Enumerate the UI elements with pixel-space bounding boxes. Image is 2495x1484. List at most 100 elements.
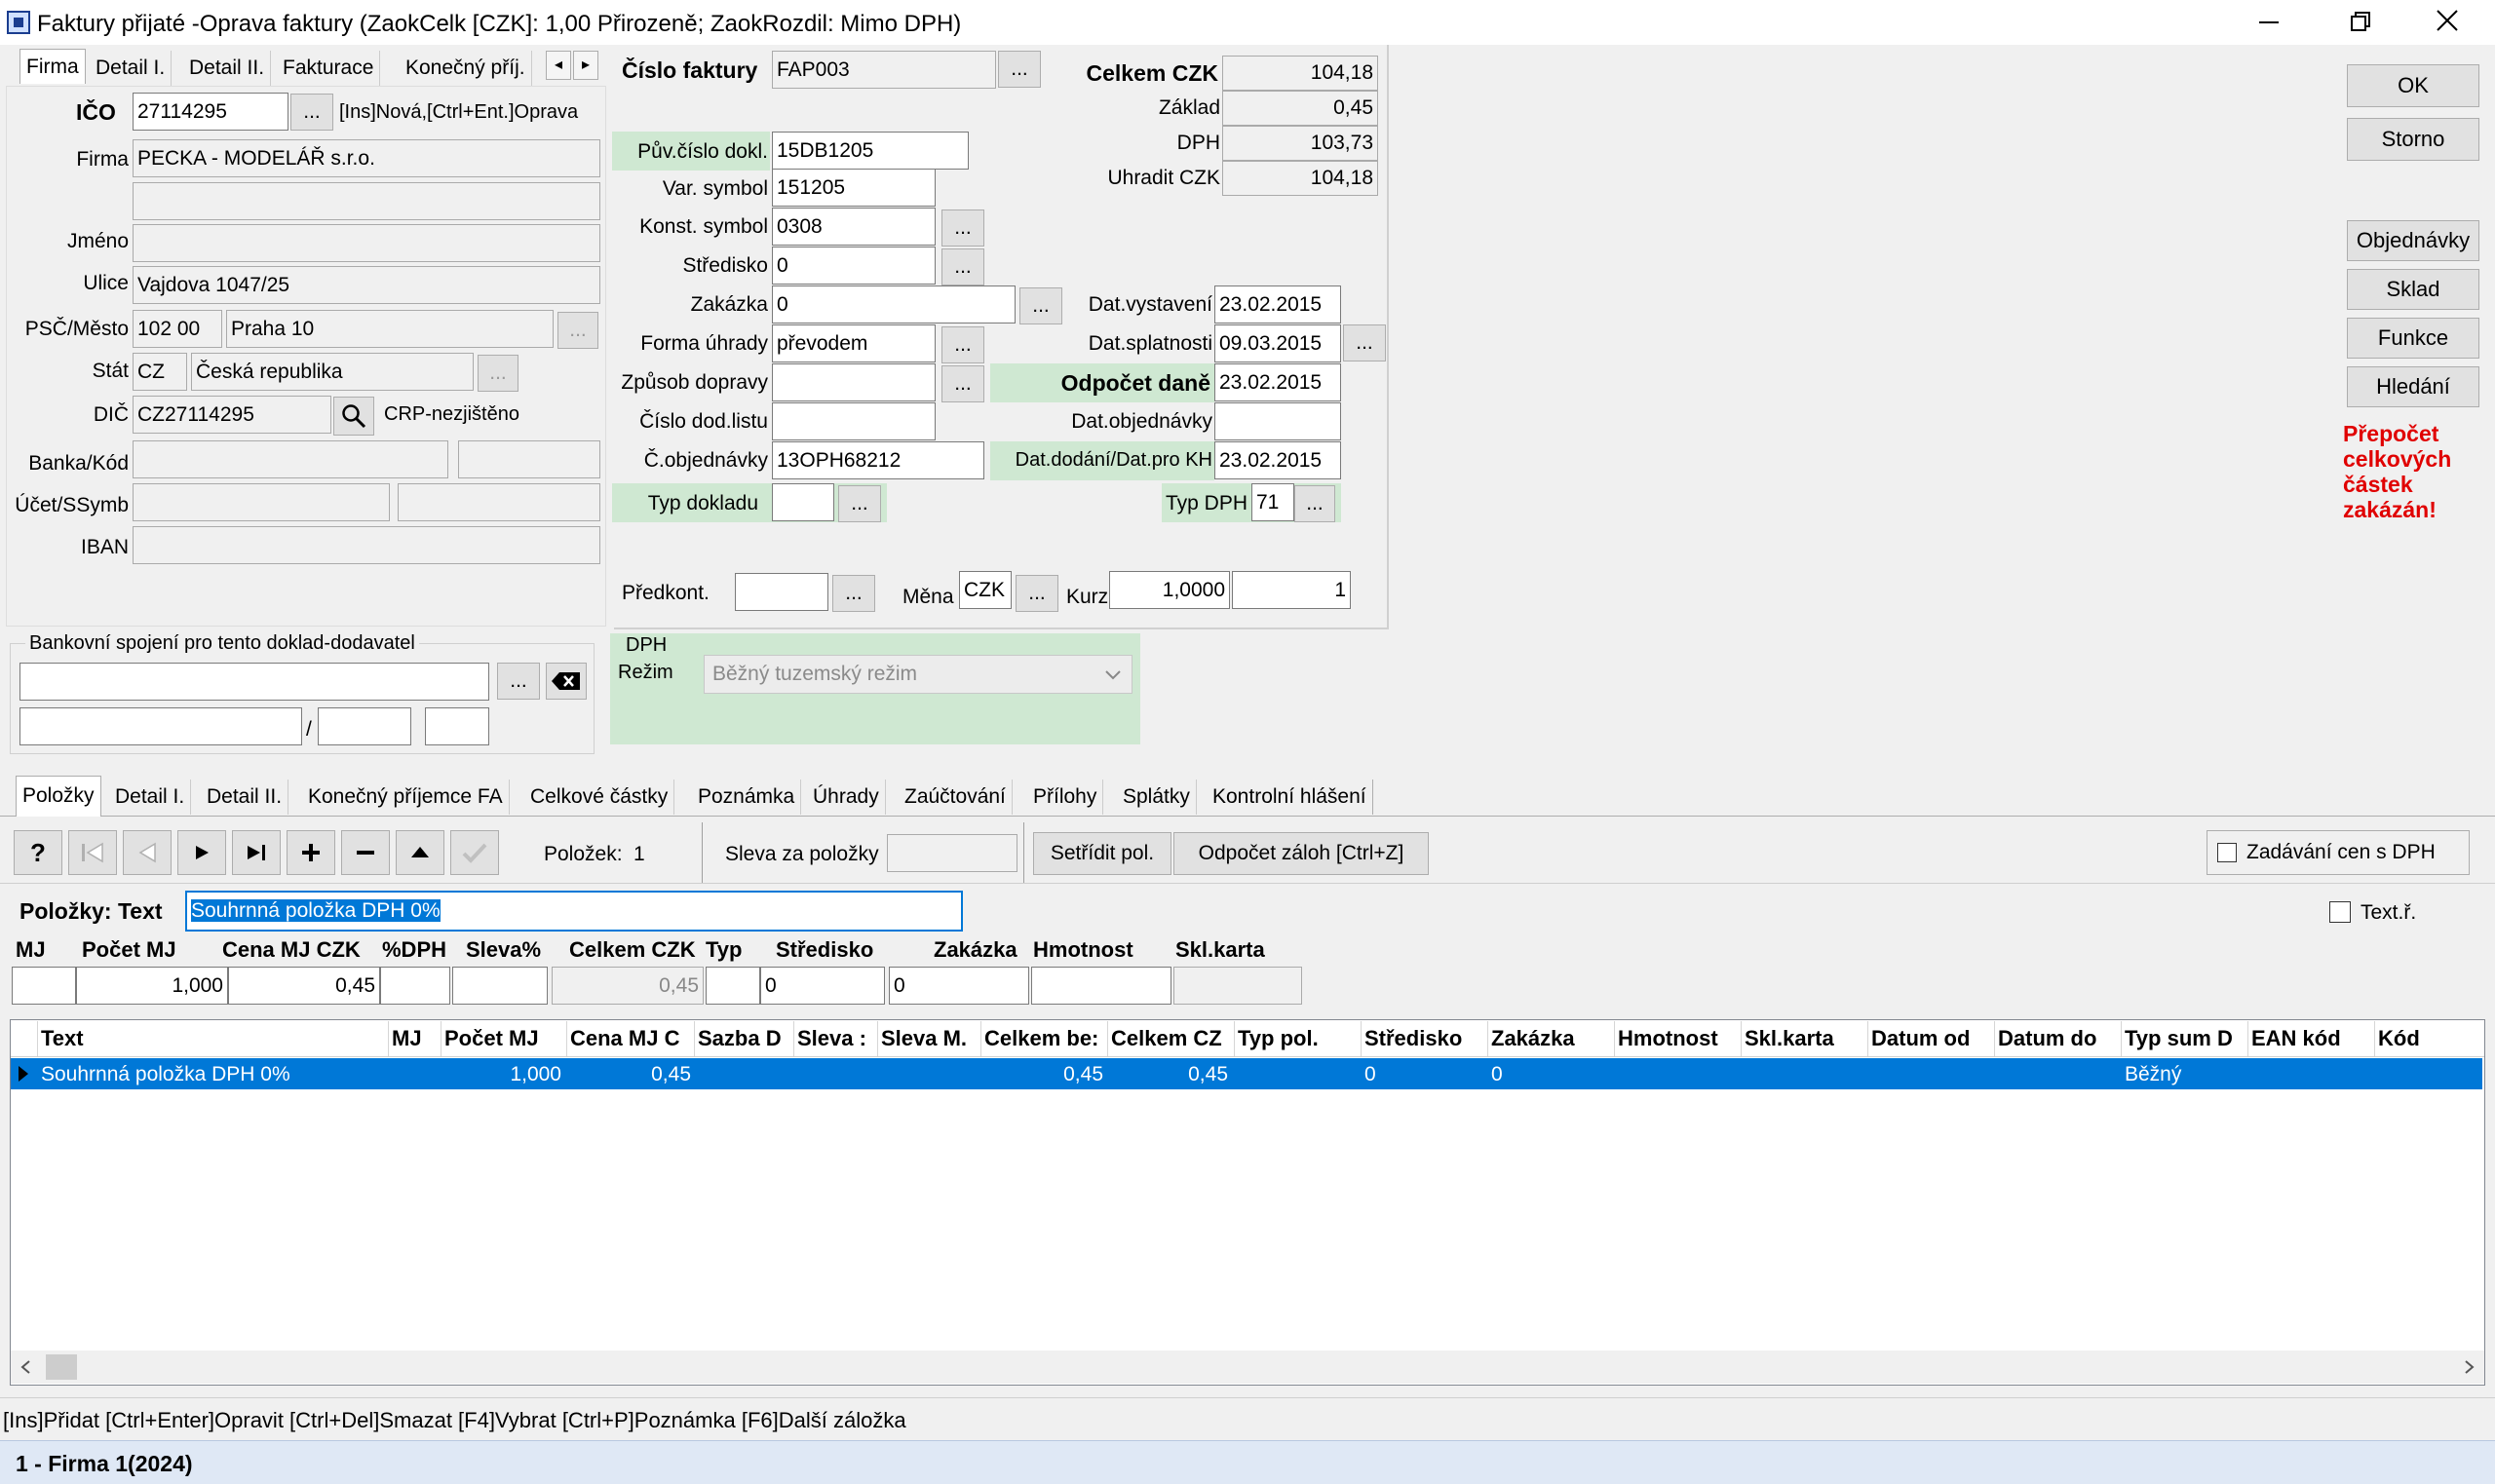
edit-cena-input[interactable]: 0,45	[228, 967, 380, 1005]
typdokl-input[interactable]	[772, 483, 834, 521]
first-record-button[interactable]	[68, 830, 117, 875]
stredisko-input[interactable]: 0	[772, 247, 936, 285]
edit-pocet-input[interactable]: 1,000	[76, 967, 228, 1005]
mesto-lookup-button[interactable]: ...	[557, 312, 598, 349]
tab-fakturace[interactable]: Fakturace	[277, 51, 381, 86]
next-record-button[interactable]	[177, 830, 226, 875]
bank-account-input[interactable]	[19, 663, 489, 701]
mesto-input[interactable]: Praha 10	[226, 310, 554, 348]
forma-input[interactable]: převodem	[772, 324, 936, 362]
restore-icon[interactable]	[2351, 12, 2370, 31]
forma-lookup-button[interactable]: ...	[941, 326, 984, 363]
ssymb-input[interactable]	[398, 483, 600, 521]
tab-polozky[interactable]: Položky	[16, 776, 101, 817]
cislo-input[interactable]: FAP003	[772, 51, 996, 89]
predkont-input[interactable]	[735, 573, 828, 611]
tab-firma[interactable]: Firma	[19, 49, 86, 84]
gh-pocet[interactable]: Počet MJ	[444, 1025, 561, 1052]
tab-kontrolni-hlaseni[interactable]: Kontrolní hlášení	[1207, 780, 1373, 815]
tab-celkove-castky[interactable]: Celkové částky	[524, 780, 675, 815]
tab-splatky[interactable]: Splátky	[1117, 780, 1197, 815]
dic-input[interactable]: CZ27114295	[133, 396, 331, 434]
sleva-polozky-input[interactable]	[887, 834, 1017, 872]
gh-datum-do[interactable]: Datum do	[1998, 1025, 2119, 1052]
edit-sleva-input[interactable]	[452, 967, 548, 1005]
bank-lookup-button[interactable]: ...	[497, 663, 540, 700]
scroll-thumb[interactable]	[46, 1354, 77, 1380]
stat-code-input[interactable]: CZ	[133, 353, 187, 391]
tab-uhrady[interactable]: Úhrady	[807, 780, 886, 815]
banka-input[interactable]	[133, 440, 448, 478]
tab-b-detail-2[interactable]: Detail II.	[201, 780, 289, 815]
gh-text[interactable]: Text	[41, 1025, 382, 1052]
bank-sub-input[interactable]	[318, 707, 411, 745]
scroll-right-icon[interactable]	[2463, 1359, 2476, 1375]
splatnosti-input[interactable]: 09.03.2015	[1214, 324, 1341, 362]
splatnosti-lookup-button[interactable]: ...	[1343, 324, 1386, 361]
ucet-input[interactable]	[133, 483, 390, 521]
ico-input[interactable]: 27114295	[133, 93, 288, 131]
typdokl-lookup-button[interactable]: ...	[838, 485, 881, 522]
konst-lookup-button[interactable]: ...	[941, 209, 984, 247]
psc-input[interactable]: 102 00	[133, 310, 222, 348]
tab-scroll-right-icon[interactable]: ▸	[573, 51, 598, 80]
mena-input[interactable]: CZK	[959, 571, 1012, 609]
tab-konecny-prij[interactable]: Konečný příj.	[400, 51, 532, 86]
scroll-left-icon[interactable]	[19, 1359, 32, 1375]
item-text-input[interactable]: Souhrnná položka DPH 0%	[185, 891, 963, 932]
ulice-input[interactable]: Vajdova 1047/25	[133, 266, 600, 304]
edit-zakazka-input[interactable]: 0	[889, 967, 1029, 1005]
tab-scroll-left-icon[interactable]: ◂	[546, 51, 571, 80]
iban-input[interactable]	[133, 526, 600, 564]
bank-clear-button[interactable]	[546, 663, 587, 700]
ok-button[interactable]: OK	[2347, 64, 2479, 107]
dodani-input[interactable]: 23.02.2015	[1214, 441, 1341, 479]
zadavani-checkbox[interactable]	[2217, 843, 2237, 862]
bank-ks-input[interactable]	[425, 707, 489, 745]
tab-detail-2[interactable]: Detail II.	[183, 51, 272, 86]
odpocet-zaloh-button[interactable]: Odpočet záloh [Ctrl+Z]	[1173, 832, 1429, 875]
gh-zakazka[interactable]: Zakázka	[1491, 1025, 1612, 1052]
table-row[interactable]	[11, 1058, 2482, 1089]
predkont-lookup-button[interactable]: ...	[832, 575, 875, 612]
help-button[interactable]: ?	[14, 830, 62, 875]
mena-lookup-button[interactable]: ...	[1016, 575, 1058, 612]
minimize-icon[interactable]	[2259, 21, 2279, 23]
tab-detail-1[interactable]: Detail I.	[90, 51, 173, 86]
edit-sklkarta-input[interactable]	[1173, 967, 1302, 1005]
gh-sleva[interactable]: Sleva :	[797, 1025, 873, 1052]
gh-celkem[interactable]: Celkem CZ	[1111, 1025, 1232, 1052]
tab-poznamka[interactable]: Poznámka	[692, 780, 802, 815]
dat-objednavky-input[interactable]	[1214, 402, 1341, 440]
sklad-button[interactable]: Sklad	[2347, 269, 2479, 310]
textr-checkbox[interactable]	[2329, 901, 2351, 923]
funkce-button[interactable]: Funkce	[2347, 318, 2479, 359]
doprava-lookup-button[interactable]: ...	[941, 365, 984, 402]
gh-sklkarta[interactable]: Skl.karta	[1745, 1025, 1865, 1052]
last-record-button[interactable]	[232, 830, 281, 875]
edit-typ-input[interactable]	[706, 967, 760, 1005]
gh-typ-sum[interactable]: Typ sum D	[2125, 1025, 2246, 1052]
vystaveni-input[interactable]: 23.02.2015	[1214, 285, 1341, 323]
tab-zauctovani[interactable]: Zaúčtování	[899, 780, 1013, 815]
doprava-input[interactable]	[772, 363, 936, 401]
gh-hmotnost[interactable]: Hmotnost	[1618, 1025, 1739, 1052]
delete-row-button[interactable]	[341, 830, 390, 875]
tab-b-detail-1[interactable]: Detail I.	[109, 780, 192, 815]
typdph-lookup-button[interactable]: ...	[1294, 485, 1335, 522]
gh-sleva-m[interactable]: Sleva M.	[881, 1025, 979, 1052]
var-input[interactable]: 151205	[772, 169, 936, 207]
konst-input[interactable]: 0308	[772, 208, 936, 246]
gh-mj[interactable]: MJ	[392, 1025, 437, 1052]
edit-stredisko-input[interactable]: 0	[760, 967, 885, 1005]
add-row-button[interactable]	[287, 830, 335, 875]
puv-input[interactable]: 15DB1205	[772, 132, 969, 170]
typdph-input[interactable]: 71	[1251, 483, 1294, 521]
edit-hmotnost-input[interactable]	[1031, 967, 1171, 1005]
close-icon[interactable]	[2437, 10, 2458, 31]
stat-input[interactable]: Česká republika	[191, 353, 474, 391]
stat-lookup-button[interactable]: ...	[478, 355, 518, 392]
gh-stredisko[interactable]: Středisko	[1364, 1025, 1485, 1052]
objednavky-button[interactable]: Objednávky	[2347, 220, 2479, 261]
gh-datum-od[interactable]: Datum od	[1871, 1025, 1992, 1052]
